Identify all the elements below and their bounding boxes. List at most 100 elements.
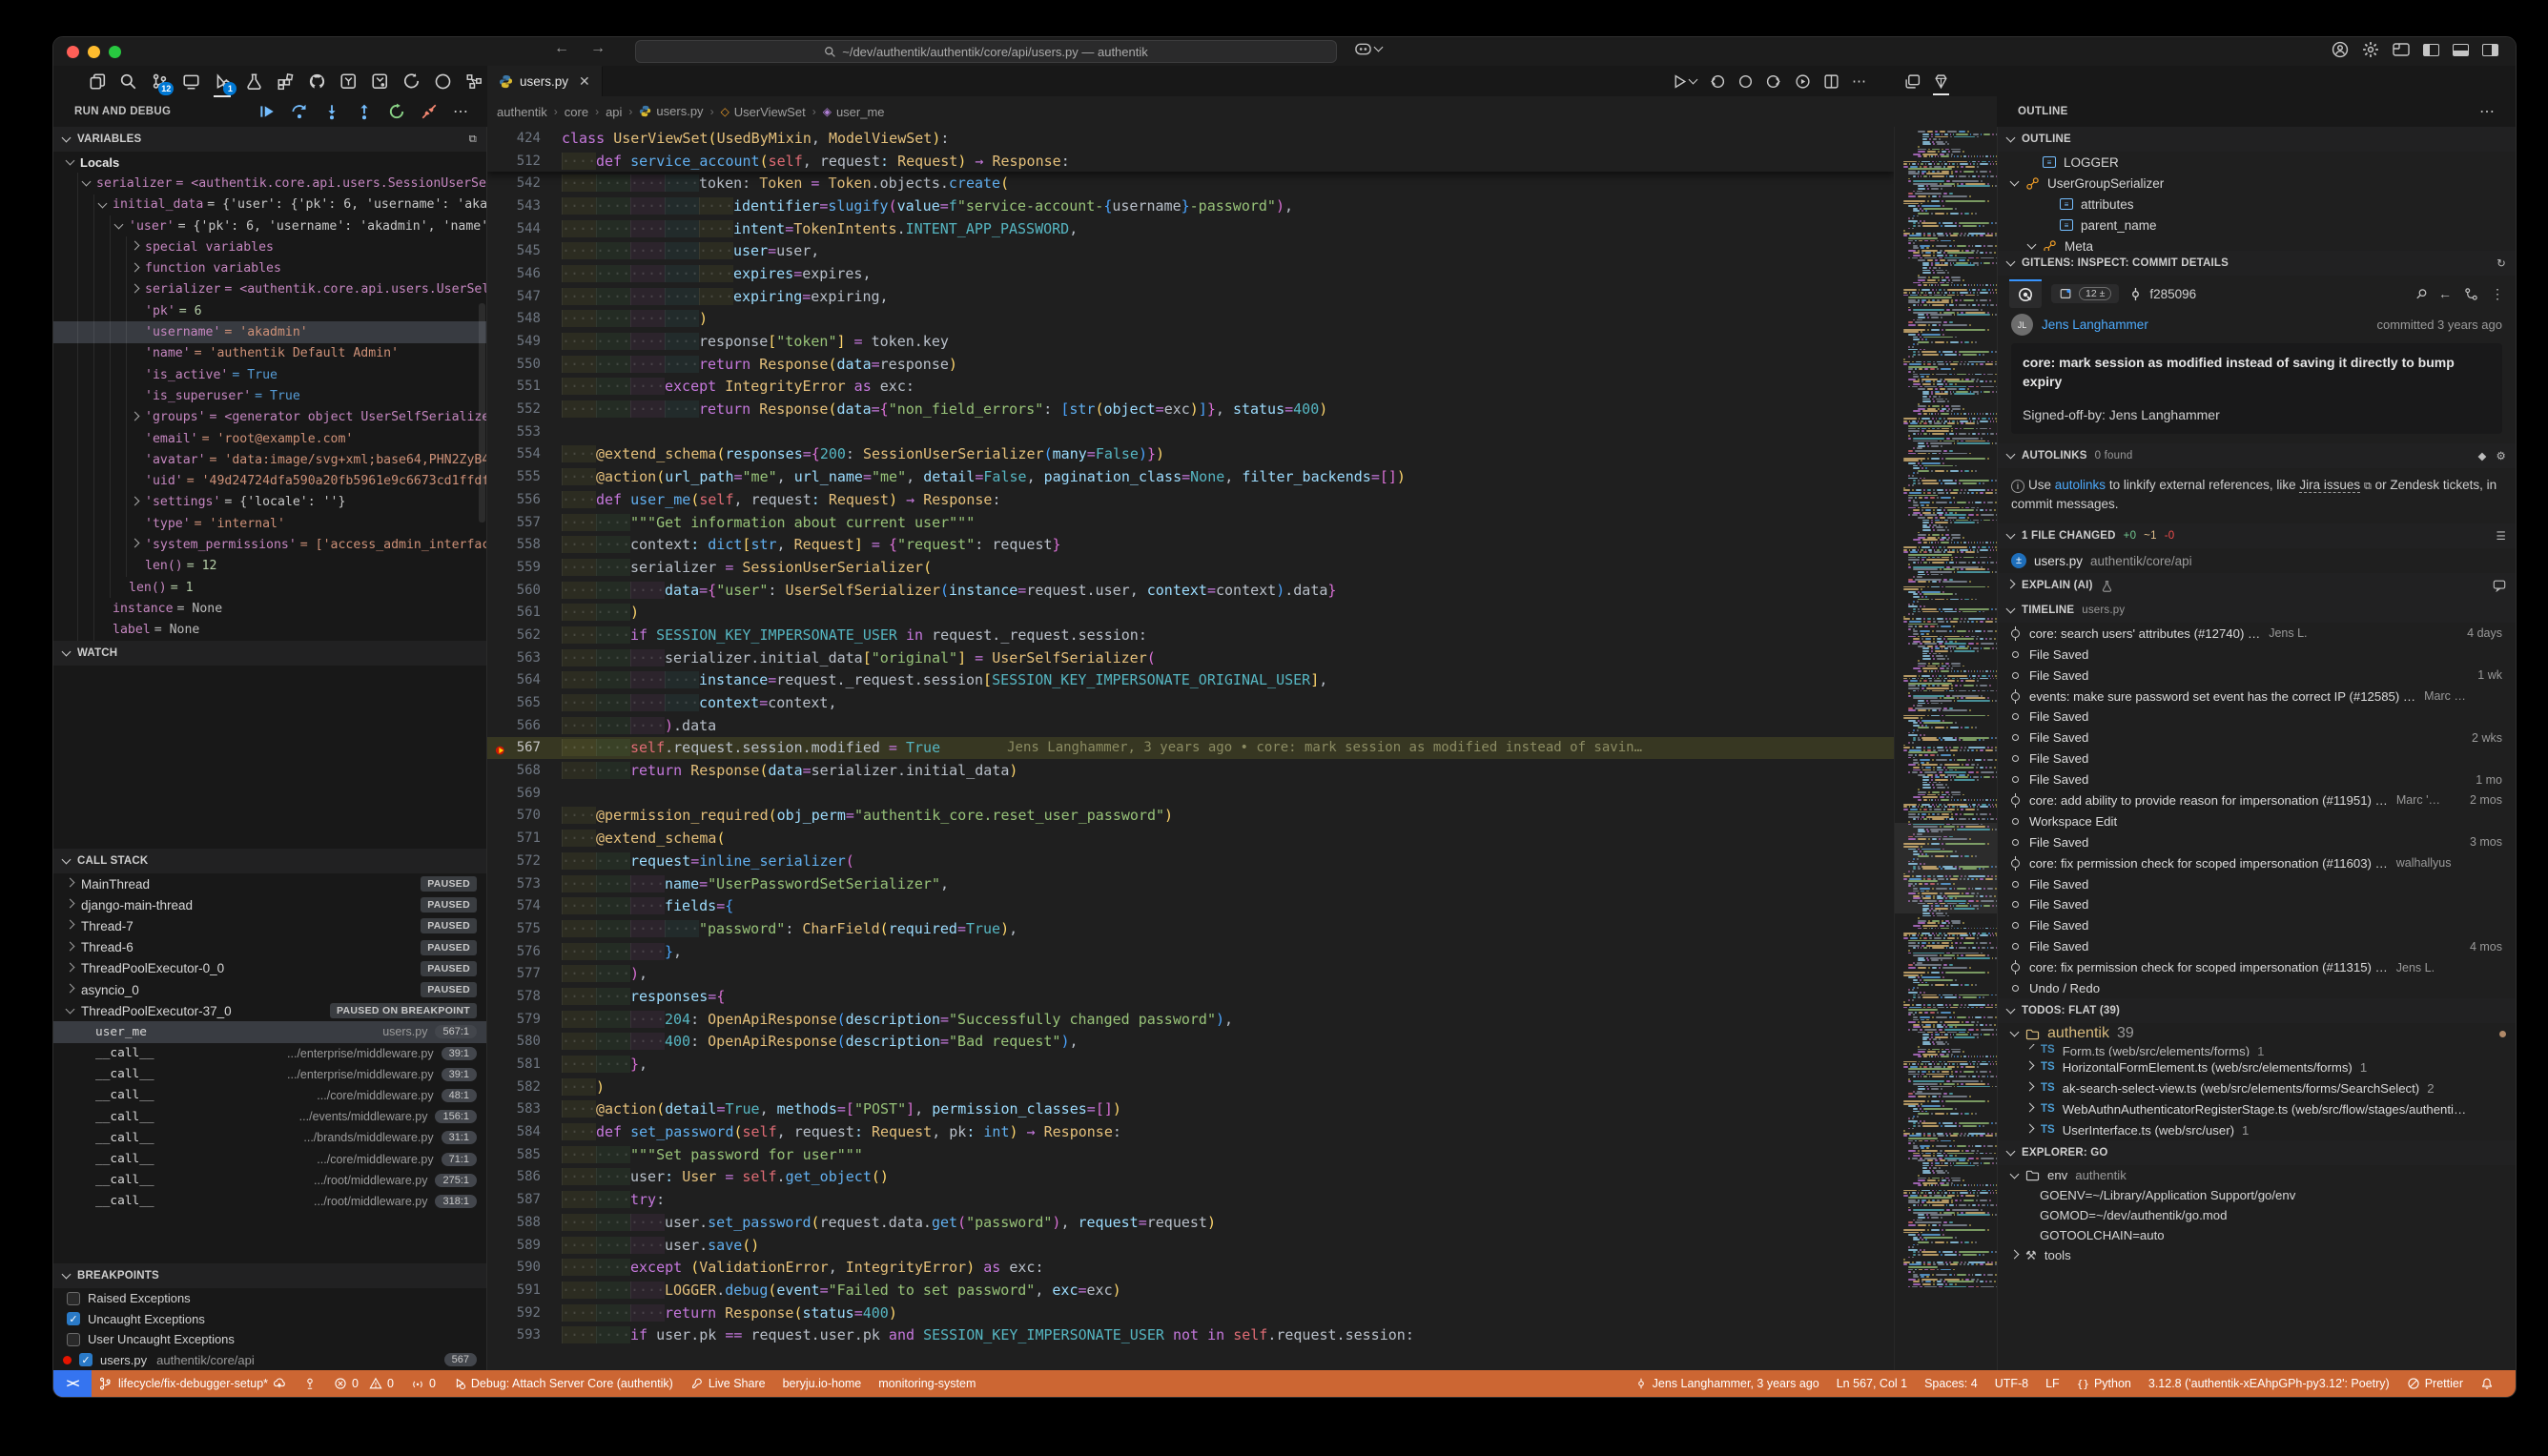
breakpoint-checkbox[interactable]: ✓	[67, 1312, 80, 1325]
variable-row[interactable]: 'is_active' = True	[53, 364, 486, 385]
breakpoint-row[interactable]: ✓Uncaught Exceptions	[53, 1309, 486, 1330]
files-changed-section-header[interactable]: 1 FILE CHANGED +0 ~1 -0 ☰	[1998, 523, 2516, 548]
watch-section-header[interactable]: WATCH	[53, 641, 486, 666]
autolinks-link[interactable]: autolinks	[2055, 478, 2106, 492]
code-line[interactable]: 545····················user=user,	[487, 239, 1894, 262]
code-line[interactable]: 569	[487, 782, 1894, 805]
variables-section-header[interactable]: VARIABLES ⧉	[53, 127, 486, 152]
stack-frame-row[interactable]: user_meusers.py567:1	[53, 1021, 486, 1042]
status-item-lf[interactable]: LF	[2037, 1377, 2068, 1390]
status-item-bell[interactable]	[2472, 1377, 2502, 1390]
debug-disconnect-icon[interactable]	[421, 103, 438, 120]
code-line[interactable]: 556····def user_me(self, request: Reques…	[487, 488, 1894, 511]
code-line[interactable]: 557········"""Get information about curr…	[487, 511, 1894, 534]
status-item-spaces-4[interactable]: Spaces: 4	[1916, 1377, 1986, 1390]
breadcrumb-item[interactable]: api	[606, 105, 622, 119]
code-line[interactable]: 590········except (ValidationError, Inte…	[487, 1256, 1894, 1279]
code-line[interactable]: 574············fields={	[487, 894, 1894, 917]
variable-row[interactable]: serializer = <authentik.core.api.users.U…	[53, 279, 486, 300]
todo-item-chevron-icon[interactable]	[2025, 1124, 2035, 1134]
status-item-debug-attach-server-core-aut[interactable]: Debug: Attach Server Core (authentik)	[444, 1377, 682, 1390]
timeline-item[interactable]: events: make sure password set event has…	[1998, 686, 2516, 707]
call-stack-section-header[interactable]: CALL STACK	[53, 849, 486, 873]
sticky-scroll[interactable]: 424class UserViewSet(UsedByMixin, ModelV…	[487, 127, 1894, 172]
minimap[interactable]	[1894, 127, 1997, 1370]
call-stack-thread[interactable]: ThreadPoolExecutor-0_0PAUSED	[53, 958, 486, 979]
variable-row[interactable]: 'groups' = <generator object UserSelfSer…	[53, 407, 486, 428]
code-line[interactable]: 589············user.save()	[487, 1234, 1894, 1257]
code-line[interactable]: 424class UserViewSet(UsedByMixin, ModelV…	[487, 127, 1894, 150]
variable-row[interactable]: 'username' = 'akadmin'	[53, 321, 486, 342]
code-line[interactable]: 588············user.set_password(request…	[487, 1211, 1894, 1234]
timeline-item[interactable]: File Saved	[1998, 894, 2516, 915]
stack-frame-row[interactable]: __call__.../core/middleware.py48:1	[53, 1085, 486, 1106]
code-line[interactable]: 576············},	[487, 940, 1894, 963]
variable-row[interactable]: 'is_superuser' = True	[53, 385, 486, 406]
outline-item[interactable]: UserGroupSerializer	[1998, 173, 2516, 194]
code-line[interactable]: 587········try:	[487, 1188, 1894, 1211]
code-line[interactable]: 592············return Response(status=40…	[487, 1302, 1894, 1324]
code-line[interactable]: 563············serializer.initial_data["…	[487, 646, 1894, 669]
variable-row[interactable]: instance = None	[53, 598, 486, 619]
code-line[interactable]: 565················context=context,	[487, 691, 1894, 714]
outline-chevron-icon[interactable]	[2027, 240, 2037, 250]
variable-row[interactable]: 'avatar' = 'data:image/svg+xml;base64,PH…	[53, 449, 486, 470]
minimize-window-button[interactable]	[88, 46, 100, 58]
stack-frame-row[interactable]: __call__.../brands/middleware.py31:1	[53, 1127, 486, 1148]
expand-chevron-icon[interactable]	[114, 220, 124, 230]
toggle-panel-icon[interactable]	[2453, 44, 2469, 56]
code-line[interactable]: 564················instance=request._req…	[487, 669, 1894, 692]
call-stack-thread[interactable]: MainThreadPAUSED	[53, 873, 486, 894]
status-item-prettier[interactable]: Prettier	[2398, 1377, 2472, 1390]
code-line[interactable]: 572········request=inline_serializer(	[487, 850, 1894, 872]
thread-chevron-icon[interactable]	[66, 878, 75, 888]
todo-item-chevron-icon[interactable]	[2025, 1061, 2035, 1071]
breakpoint-row[interactable]: ✓users.pyauthentik/core/api567	[53, 1350, 486, 1371]
code-area[interactable]: 424class UserViewSet(UsedByMixin, ModelV…	[487, 127, 1894, 1370]
extensions-icon[interactable]	[273, 69, 298, 93]
command-center-search[interactable]: ~/dev/authentik/authentik/core/api/users…	[635, 40, 1337, 63]
variable-row[interactable]: function variables	[53, 257, 486, 278]
code-line[interactable]: 558········context: dict[str, Request] =…	[487, 533, 1894, 556]
status-item-0[interactable]: 00	[325, 1377, 402, 1390]
go-env-var-row[interactable]: GOMOD=~/dev/authentik/go.mod	[1998, 1205, 2516, 1225]
breakpoint-row[interactable]: Raised Exceptions	[53, 1288, 486, 1309]
nav-dot-icon[interactable]	[1737, 73, 1754, 90]
code-line[interactable]: 580············400: OpenApiResponse(desc…	[487, 1031, 1894, 1054]
code-line[interactable]: 551············except IntegrityError as …	[487, 376, 1894, 399]
timeline-item[interactable]: core: add ability to provide reason for …	[1998, 790, 2516, 811]
code-line[interactable]: 577········),	[487, 962, 1894, 985]
testing-icon[interactable]	[241, 69, 266, 93]
variable-row[interactable]: Locals	[53, 152, 486, 173]
go-env-var-row[interactable]: GOENV=~/Library/Application Support/go/e…	[1998, 1185, 2516, 1205]
expand-chevron-icon[interactable]	[131, 283, 140, 293]
variable-row[interactable]: 'type' = 'internal'	[53, 513, 486, 534]
code-line[interactable]: 552················return Response(data=…	[487, 398, 1894, 420]
expand-chevron-icon[interactable]	[66, 156, 75, 166]
todo-item-chevron-icon[interactable]	[2025, 1082, 2035, 1092]
sidebar-scrollbar[interactable]	[479, 303, 485, 523]
status-item-python[interactable]: {}Python	[2068, 1377, 2140, 1390]
variable-row[interactable]: len() = 12	[53, 556, 486, 577]
timeline-item[interactable]: Undo / Redo	[1998, 978, 2516, 999]
variable-row[interactable]: 'email' = 'root@example.com'	[53, 428, 486, 449]
code-line[interactable]: 546····················expires=expires,	[487, 262, 1894, 285]
status-item-3-12-8-authentik-xeahpgph-py[interactable]: 3.12.8 ('authentik-xEAhpGPh-py3.12': Poe…	[2140, 1377, 2398, 1390]
code-line[interactable]: 584····def set_password(self, request: R…	[487, 1120, 1894, 1143]
history-back-icon[interactable]: ←	[554, 40, 569, 57]
stack-frame-row[interactable]: __call__.../events/middleware.py156:1	[53, 1106, 486, 1127]
accounts-icon[interactable]	[2332, 41, 2349, 58]
status-item-live-share[interactable]: Live Share	[682, 1377, 774, 1390]
go-tools-chevron-icon[interactable]	[2010, 1249, 2020, 1259]
breadcrumb-item[interactable]: ◇UserViewSet	[721, 104, 806, 119]
copilot-menu[interactable]	[1355, 42, 1382, 56]
close-window-button[interactable]	[67, 46, 79, 58]
kebab-menu-icon[interactable]: ⋮	[2491, 286, 2504, 302]
variable-row[interactable]: serializer = <authentik.core.api.users.S…	[53, 173, 486, 194]
thread-chevron-icon[interactable]	[66, 962, 75, 972]
toggle-primary-sidebar-icon[interactable]	[2423, 44, 2439, 56]
autolinks-settings-icon[interactable]: ⚙	[2496, 449, 2506, 462]
tab-close-icon[interactable]: ✕	[579, 73, 590, 90]
code-line[interactable]: 583····@action(detail=True, methods=["PO…	[487, 1098, 1894, 1121]
code-line[interactable]: 562········if SESSION_KEY_IMPERSONATE_US…	[487, 624, 1894, 646]
